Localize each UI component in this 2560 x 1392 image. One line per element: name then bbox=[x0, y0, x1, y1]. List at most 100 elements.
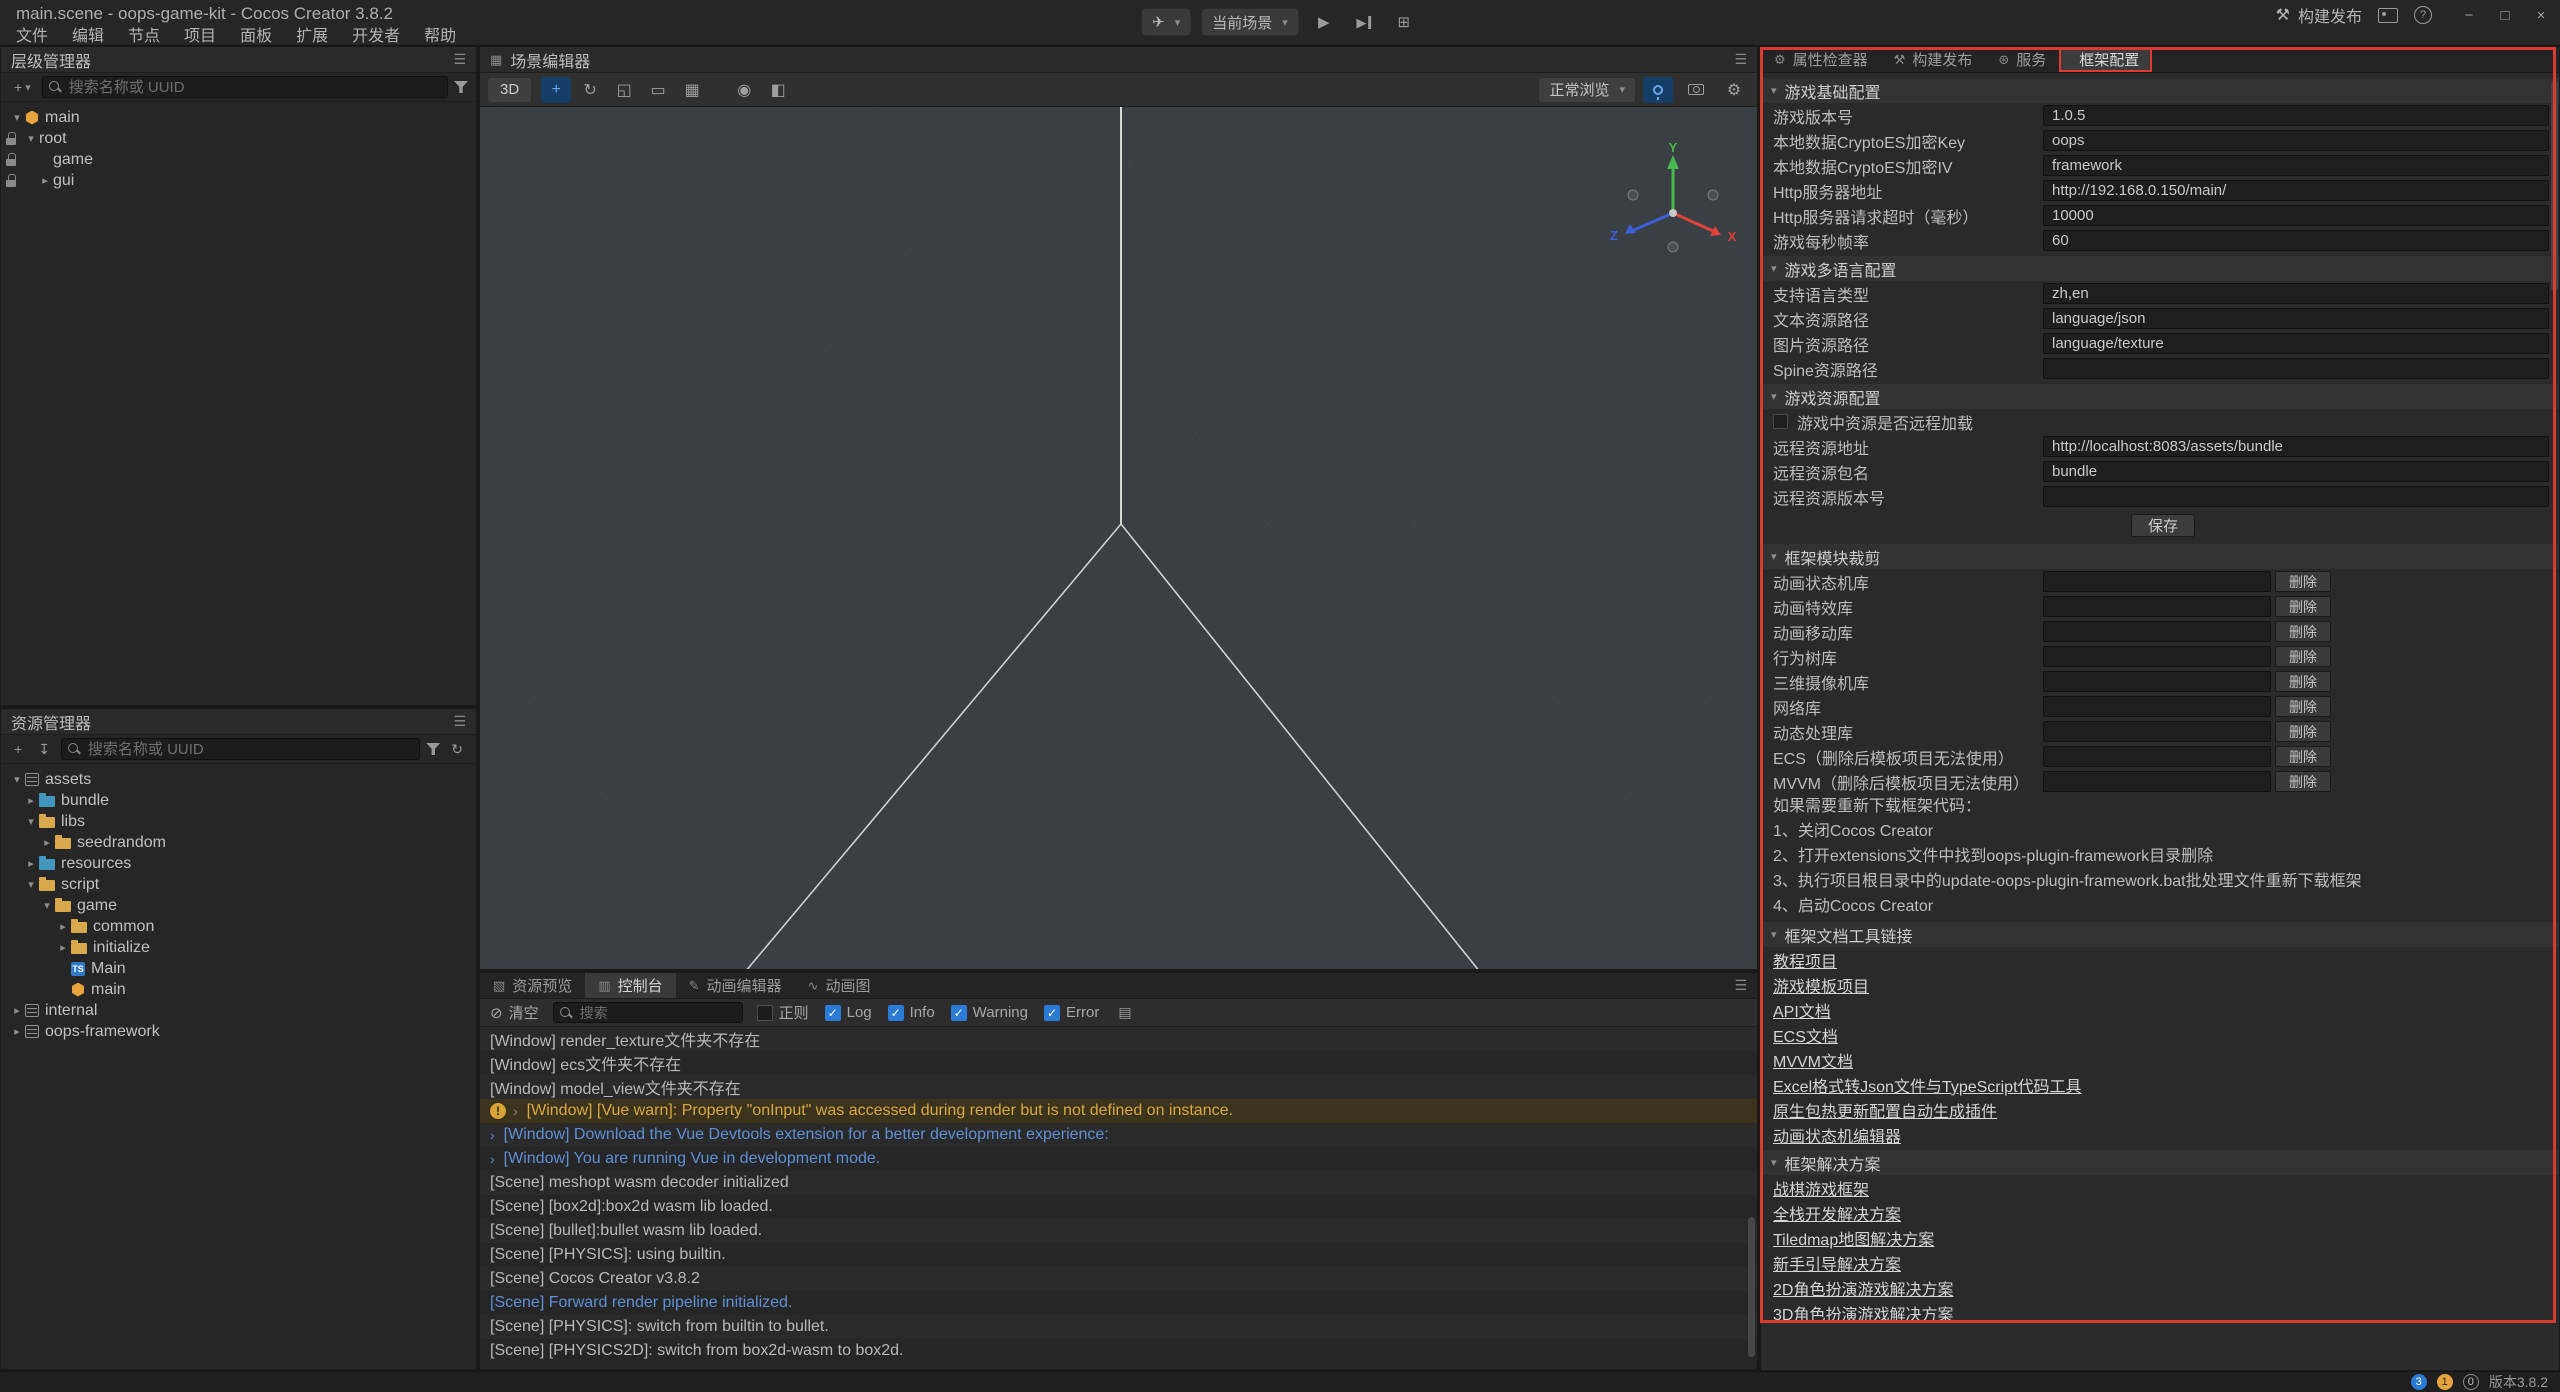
expand-chevron[interactable]: › bbox=[490, 1151, 495, 1167]
menu-item[interactable]: 扩展 bbox=[284, 22, 340, 46]
log-row[interactable]: [Scene] Cocos Creator v3.8.2 bbox=[480, 1267, 1757, 1291]
expand-arrow[interactable]: ▸ bbox=[23, 857, 39, 870]
3d-toggle-button[interactable]: 3D bbox=[488, 78, 531, 102]
menu-item[interactable]: 面板 bbox=[228, 22, 284, 46]
checkbox-icon[interactable] bbox=[951, 1005, 967, 1021]
asset-node-row[interactable]: ▾script bbox=[1, 874, 476, 895]
lighting-toggle-icon[interactable] bbox=[1643, 77, 1673, 103]
scene-settings-gear-icon[interactable]: ⚙ bbox=[1719, 77, 1749, 103]
log-row[interactable]: [Scene] Forward render pipeline initiali… bbox=[480, 1291, 1757, 1315]
log-row[interactable]: [Scene] [box2d]:box2d wasm lib loaded. bbox=[480, 1195, 1757, 1219]
log-row[interactable]: ›[Window] Download the Vue Devtools exte… bbox=[480, 1123, 1757, 1147]
section-header-modules[interactable]: 框架模块裁剪 bbox=[1761, 544, 2559, 569]
expand-arrow[interactable]: ▾ bbox=[23, 815, 39, 828]
console-tab[interactable]: 动画图 bbox=[795, 973, 884, 998]
log-count-badge[interactable]: 3 bbox=[2411, 1374, 2427, 1390]
pivot-toggle-icon[interactable]: ◉ bbox=[729, 77, 759, 103]
property-input[interactable] bbox=[2043, 283, 2549, 304]
log-row[interactable]: [Scene] [PHYSICS]: switch from builtin t… bbox=[480, 1315, 1757, 1339]
inspector-tab[interactable]: 框架配置 bbox=[2059, 47, 2152, 72]
layout-grid-button[interactable]: ⊞ bbox=[1389, 8, 1419, 36]
panel-menu-icon[interactable]: ☰ bbox=[1734, 51, 1747, 68]
scene-viewport[interactable]: Y X Z bbox=[480, 107, 1757, 969]
delete-module-button[interactable]: 删除 bbox=[2275, 621, 2331, 642]
log-row[interactable]: [Scene] [PHYSICS2D]: switch from box2d-w… bbox=[480, 1339, 1757, 1363]
hierarchy-node-row[interactable]: ▸gui bbox=[1, 170, 476, 191]
export-log-icon[interactable]: ▤ bbox=[1113, 1002, 1136, 1024]
property-input[interactable] bbox=[2043, 180, 2549, 201]
preview-target-button[interactable]: ✈ ▾ bbox=[1141, 8, 1191, 36]
console-tab[interactable]: 资源预览 bbox=[480, 973, 585, 998]
solution-link[interactable]: Tiledmap地图解决方案 bbox=[1773, 1226, 1934, 1250]
log-row[interactable]: [Window] model_view文件夹不存在 bbox=[480, 1075, 1757, 1099]
delete-module-button[interactable]: 删除 bbox=[2275, 746, 2331, 767]
image-icon[interactable] bbox=[2378, 8, 2398, 23]
console-tab[interactable]: 动画编辑器 bbox=[676, 973, 795, 998]
transform-gizmo-icon[interactable]: ▦ bbox=[677, 77, 707, 103]
console-scrollbar[interactable] bbox=[1748, 1217, 1755, 1357]
rotate-tool-icon[interactable]: ↻ bbox=[575, 77, 605, 103]
step-button[interactable]: ▶ bbox=[1349, 8, 1379, 36]
expand-arrow[interactable]: ▸ bbox=[39, 836, 55, 849]
log-row[interactable]: ›[Window] You are running Vue in develop… bbox=[480, 1147, 1757, 1171]
property-input[interactable] bbox=[2043, 155, 2549, 176]
play-button[interactable]: ▶ bbox=[1309, 8, 1339, 36]
delete-module-button[interactable]: 删除 bbox=[2275, 596, 2331, 617]
expand-arrow[interactable]: ▾ bbox=[39, 899, 55, 912]
asset-node-row[interactable]: ▾game bbox=[1, 895, 476, 916]
scale-tool-icon[interactable]: ◱ bbox=[609, 77, 639, 103]
panel-menu-icon[interactable]: ☰ bbox=[453, 713, 466, 730]
asset-node-row[interactable]: ▸bundle bbox=[1, 790, 476, 811]
doc-link[interactable]: Excel格式转Json文件与TypeScript代码工具 bbox=[1773, 1073, 2082, 1097]
remote-load-checkbox[interactable] bbox=[1773, 414, 1788, 429]
move-tool-icon[interactable]: + bbox=[541, 77, 571, 103]
section-header-solutions[interactable]: 框架解决方案 bbox=[1761, 1150, 2559, 1175]
doc-link[interactable]: ECS文档 bbox=[1773, 1023, 1838, 1047]
delete-module-button[interactable]: 删除 bbox=[2275, 721, 2331, 742]
log-row[interactable]: [Scene] meshopt wasm decoder initialized bbox=[480, 1171, 1757, 1195]
hierarchy-node-row[interactable]: game bbox=[1, 149, 476, 170]
asset-node-row[interactable]: ▸resources bbox=[1, 853, 476, 874]
property-input[interactable] bbox=[2043, 230, 2549, 251]
expand-arrow[interactable]: ▸ bbox=[9, 1004, 25, 1017]
save-button[interactable]: 保存 bbox=[2131, 514, 2195, 537]
inspector-scrollbar[interactable] bbox=[2551, 81, 2558, 291]
doc-link[interactable]: API文档 bbox=[1773, 998, 1831, 1022]
delete-module-button[interactable]: 删除 bbox=[2275, 571, 2331, 592]
property-input[interactable] bbox=[2043, 486, 2549, 507]
delete-module-button[interactable]: 删除 bbox=[2275, 771, 2331, 792]
inspector-tab[interactable]: 服务 bbox=[1985, 47, 2059, 72]
log-row[interactable]: [Window] ecs文件夹不存在 bbox=[480, 1051, 1757, 1075]
panel-menu-icon[interactable]: ☰ bbox=[453, 51, 466, 68]
log-row[interactable]: [Scene] [PHYSICS]: using builtin. bbox=[480, 1243, 1757, 1267]
import-asset-icon[interactable]: ↧ bbox=[33, 738, 55, 760]
menu-item[interactable]: 项目 bbox=[172, 22, 228, 46]
log-row[interactable]: !›[Window] [Vue warn]: Property "onInput… bbox=[480, 1099, 1757, 1123]
solution-link[interactable]: 2D角色扮演游戏解决方案 bbox=[1773, 1276, 1953, 1300]
doc-link[interactable]: 教程项目 bbox=[1773, 948, 1837, 972]
console-filter[interactable]: Log bbox=[825, 1002, 872, 1023]
section-header-language[interactable]: 游戏多语言配置 bbox=[1761, 256, 2559, 281]
console-filter[interactable]: 正则 bbox=[757, 1002, 809, 1023]
close-button[interactable]: × bbox=[2526, 2, 2556, 28]
section-header-resources[interactable]: 游戏资源配置 bbox=[1761, 384, 2559, 409]
warning-count-badge[interactable]: 1 bbox=[2437, 1374, 2453, 1390]
asset-node-row[interactable]: ▾libs bbox=[1, 811, 476, 832]
doc-link[interactable]: 动画状态机编辑器 bbox=[1773, 1123, 1901, 1147]
clear-console-button[interactable]: ⊘ 清空 bbox=[490, 1002, 539, 1023]
menu-item[interactable]: 编辑 bbox=[60, 22, 116, 46]
doc-link[interactable]: 原生包热更新配置自动生成插件 bbox=[1773, 1098, 1997, 1122]
view-mode-select[interactable]: 正常浏览 ▾ bbox=[1539, 78, 1635, 102]
expand-chevron[interactable]: › bbox=[513, 1103, 518, 1119]
create-node-button[interactable]: +▾ bbox=[9, 76, 36, 98]
expand-arrow[interactable]: ▸ bbox=[9, 1025, 25, 1038]
expand-chevron[interactable]: › bbox=[490, 1127, 495, 1143]
hierarchy-node-row[interactable]: ▾main bbox=[1, 107, 476, 128]
delete-module-button[interactable]: 删除 bbox=[2275, 696, 2331, 717]
menu-item[interactable]: 帮助 bbox=[412, 22, 468, 46]
solution-link[interactable]: 新手引导解决方案 bbox=[1773, 1251, 1901, 1275]
property-input[interactable] bbox=[2043, 333, 2549, 354]
property-input[interactable] bbox=[2043, 461, 2549, 482]
hierarchy-node-row[interactable]: ▾root bbox=[1, 128, 476, 149]
minimize-button[interactable]: − bbox=[2454, 2, 2484, 28]
